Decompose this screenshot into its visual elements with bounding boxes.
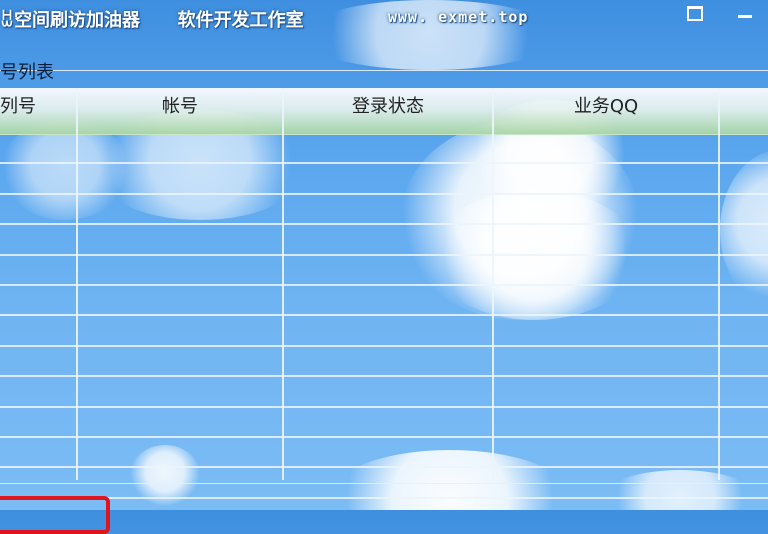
table-row[interactable] — [0, 406, 768, 408]
app-name: ꀠ空间刷访加油器 — [0, 10, 141, 31]
column-header-account[interactable]: 帐号 — [78, 88, 282, 122]
table-row[interactable] — [0, 193, 768, 195]
restore-button[interactable] — [680, 0, 710, 26]
table-header: 列号 帐号 登录状态 业务QQ — [0, 88, 768, 135]
website-url: www. exmet.top — [388, 8, 529, 26]
restore-icon — [687, 5, 703, 21]
column-header-business-qq[interactable]: 业务QQ — [494, 88, 718, 122]
table-row[interactable] — [0, 497, 768, 499]
title-bar[interactable]: ꀠ空间刷访加油器 软件开发工作室 www. exmet.top — [0, 0, 768, 34]
column-header-extra[interactable] — [720, 88, 768, 122]
table-row[interactable] — [0, 254, 768, 256]
group-title: 号列表 — [0, 62, 54, 83]
table-row[interactable] — [0, 314, 768, 316]
table-row[interactable] — [0, 162, 768, 164]
table-row[interactable] — [0, 436, 768, 438]
table-row[interactable] — [0, 375, 768, 377]
table-row[interactable] — [0, 466, 768, 468]
column-header-index[interactable]: 列号 — [0, 88, 76, 122]
column-header-login-status[interactable]: 登录状态 — [284, 88, 492, 122]
minimize-icon — [738, 14, 752, 18]
table-row[interactable] — [0, 284, 768, 286]
table-row[interactable] — [0, 345, 768, 347]
studio-name: 软件开发工作室 — [177, 10, 304, 31]
highlight-box — [0, 496, 110, 534]
window-title: ꀠ空间刷访加油器 软件开发工作室 — [0, 6, 304, 32]
table-row[interactable] — [0, 223, 768, 225]
minimize-button[interactable] — [730, 0, 760, 26]
